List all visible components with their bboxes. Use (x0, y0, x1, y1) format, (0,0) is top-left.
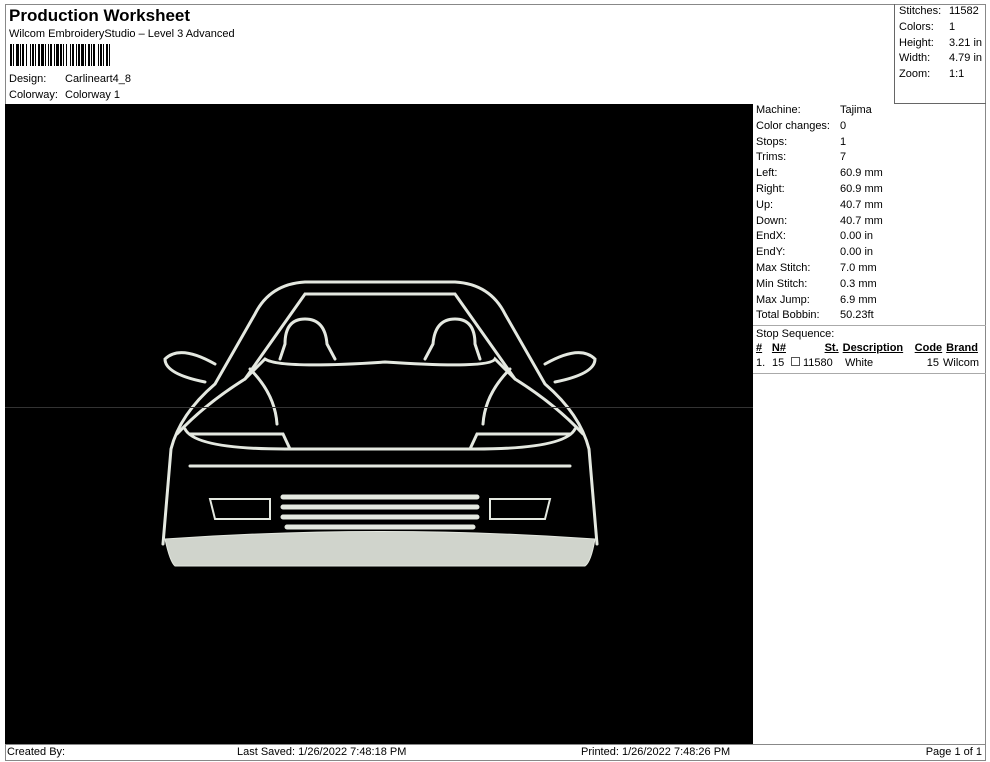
detail-row: Max Stitch: 7.0 mm (753, 262, 986, 278)
detail-row: EndY: 0.00 in (753, 246, 986, 262)
detail-value: 0.00 in (840, 230, 874, 243)
stop-sequence-title: Stop Sequence: (753, 325, 986, 342)
color-swatch (791, 357, 800, 367)
needle-number: 15 (772, 357, 785, 370)
stat-value: 1 (949, 20, 956, 33)
color-description: White (845, 357, 874, 370)
stat-value: 3.21 in (949, 36, 983, 49)
column-header: Brand (946, 342, 978, 355)
detail-label: Machine: (756, 104, 801, 116)
stat-label: Width: (899, 52, 931, 65)
detail-row: Up: 40.7 mm (753, 199, 986, 215)
column-header: St. (824, 342, 839, 355)
detail-row: Left: 60.9 mm (753, 167, 986, 183)
detail-row: Total Bobbin: 50.23ft (753, 309, 986, 325)
divider (5, 407, 753, 408)
column-header: # (756, 342, 763, 355)
footer: Created By: Last Saved: 1/26/2022 7:48:1… (5, 744, 986, 761)
stat-label: Colors: (899, 20, 934, 33)
design-value: Carlineart4_8 (65, 73, 132, 85)
detail-label: Down: (756, 214, 788, 227)
last-saved: Last Saved: 1/26/2022 7:48:18 PM (237, 746, 407, 758)
stats-box: Stitches: 11582 Colors: 1 Height: 3.21 in W… (894, 4, 986, 104)
detail-value: 40.7 mm (840, 198, 883, 211)
detail-value: 60.9 mm (840, 182, 883, 195)
stat-row: Colors: 1 (899, 21, 986, 37)
colorway-info: Colorway: Colorway 1 (9, 89, 120, 101)
stat-label: Height: (899, 36, 934, 49)
printed-date: Printed: 1/26/2022 7:48:26 PM (581, 746, 731, 758)
detail-label: Right: (756, 182, 785, 195)
detail-label: EndY: (756, 246, 786, 259)
detail-label: EndX: (756, 230, 786, 243)
software-name: Wilcom EmbroideryStudio – Level 3 Advanc… (9, 28, 235, 40)
detail-label: Max Stitch: (756, 261, 811, 274)
detail-label: Left: (756, 167, 778, 180)
detail-label: Up: (756, 198, 774, 211)
detail-row: Color changes: 0 (753, 120, 986, 136)
page-title: Production Worksheet (9, 6, 191, 25)
stat-row: Stitches: 11582 (899, 5, 986, 21)
stat-row: Height: 3.21 in (899, 37, 986, 53)
design-label: Design: (9, 73, 47, 85)
details-panel: Machine: Tajima Color changes: 0 Stops: 1 Trim… (753, 104, 986, 375)
detail-value: 50.23ft (840, 309, 874, 322)
stat-value: 11582 (949, 5, 979, 17)
colorway-label: Colorway: (9, 89, 58, 101)
created-by: Created By: (7, 746, 66, 758)
stat-label: Stitches: (899, 5, 942, 17)
detail-row: Down: 40.7 mm (753, 215, 986, 231)
column-header: Code (914, 342, 943, 355)
barcode (10, 44, 196, 66)
detail-row: Stops: 1 (753, 136, 986, 152)
stitch-count: 11580 (803, 357, 833, 370)
detail-label: Max Jump: (756, 293, 810, 306)
stat-value: 4.79 in (949, 52, 983, 65)
detail-row: Max Jump: 6.9 mm (753, 294, 986, 310)
row-index: 1. (756, 357, 766, 370)
detail-value: Tajima (840, 104, 872, 116)
stat-row: Width: 4.79 in (899, 52, 986, 68)
stat-label: Zoom: (899, 68, 931, 81)
stat-value: 1:1 (949, 68, 965, 81)
detail-value: 0.3 mm (840, 277, 877, 290)
detail-value: 7.0 mm (840, 261, 877, 274)
stat-row: Zoom: 1:1 (899, 68, 986, 84)
detail-value: 6.9 mm (840, 293, 877, 306)
detail-label: Min Stitch: (756, 277, 808, 290)
detail-label: Total Bobbin: (756, 309, 820, 322)
detail-row: Right: 60.9 mm (753, 183, 986, 199)
table-row: 1. 15 11580 White 15 Wilcom (753, 357, 986, 375)
page-number: Page 1 of 1 (925, 746, 982, 758)
detail-label: Stops: (756, 135, 788, 148)
detail-value: 1 (840, 135, 847, 148)
detail-value: 7 (840, 151, 847, 164)
design-info: Design: Carlineart4_8 (9, 73, 131, 85)
column-header: Description (842, 342, 904, 355)
car-embroidery-image (161, 280, 599, 567)
detail-row: Trims: 7 (753, 151, 986, 167)
detail-value: 0 (840, 119, 847, 132)
detail-row: Min Stitch: 0.3 mm (753, 278, 986, 294)
detail-label: Trims: (756, 151, 787, 164)
detail-label: Color changes: (756, 119, 830, 132)
design-preview (5, 104, 753, 744)
detail-value: 0.00 in (840, 246, 874, 259)
detail-row: EndX: 0.00 in (753, 230, 986, 246)
detail-row: Machine: Tajima (753, 104, 986, 120)
color-code: 15 (926, 357, 939, 370)
detail-value: 40.7 mm (840, 214, 883, 227)
colorway-value: Colorway 1 (65, 89, 121, 101)
detail-value: 60.9 mm (840, 167, 883, 180)
stop-sequence-header: # N# St. Description Code Brand (753, 342, 986, 357)
column-header: N# (771, 342, 786, 355)
color-brand: Wilcom (943, 357, 980, 370)
